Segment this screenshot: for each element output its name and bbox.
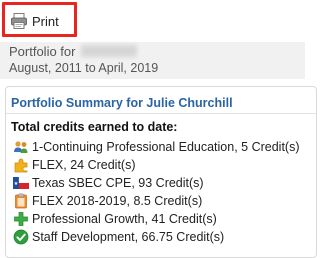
portfolio-title: Portfolio for — [9, 44, 76, 59]
portfolio-date-range: August, 2011 to April, 2019 — [9, 61, 159, 75]
portfolio-header: Portfolio for August, 2011 to April, 201… — [0, 42, 305, 79]
credit-item-label: FLEX, 24 Credit(s) — [32, 158, 136, 172]
toolbar: Print — [0, 0, 305, 42]
total-credits-label: Total credits earned to date: — [11, 120, 178, 134]
plus-icon — [13, 211, 29, 227]
credit-item-label: Professional Growth, 41 Credit(s) — [32, 212, 217, 226]
summary-title: Portfolio Summary for Julie Churchill — [11, 96, 233, 110]
clipboard-icon — [13, 193, 29, 209]
list-item: 1-Continuing Professional Education, 5 C… — [13, 138, 300, 156]
list-item: FLEX, 24 Credit(s) — [13, 156, 300, 174]
list-item: Professional Growth, 41 Credit(s) — [13, 210, 300, 228]
svg-text:★: ★ — [14, 181, 19, 187]
check-circle-icon — [13, 229, 29, 245]
redacted-name — [81, 45, 137, 57]
printer-icon — [10, 12, 28, 30]
credit-item-label: 1-Continuing Professional Education, 5 C… — [32, 140, 300, 154]
credit-item-label: Texas SBEC CPE, 93 Credit(s) — [32, 176, 204, 190]
people-icon — [13, 139, 29, 155]
list-item: FLEX 2018-2019, 8.5 Credit(s) — [13, 192, 300, 210]
credit-list: 1-Continuing Professional Education, 5 C… — [13, 138, 300, 246]
divider — [6, 113, 316, 114]
texas-flag-icon: ★ — [13, 175, 30, 191]
list-item: ★ Texas SBEC CPE, 93 Credit(s) — [13, 174, 300, 192]
print-button[interactable]: Print — [10, 10, 59, 32]
list-item: Staff Development, 66.75 Credit(s) — [13, 228, 300, 246]
portfolio-summary-card: Portfolio Summary for Julie Churchill To… — [5, 86, 317, 258]
credit-item-label: FLEX 2018-2019, 8.5 Credit(s) — [32, 194, 203, 208]
print-label: Print — [32, 13, 59, 29]
puzzle-icon — [13, 157, 29, 173]
